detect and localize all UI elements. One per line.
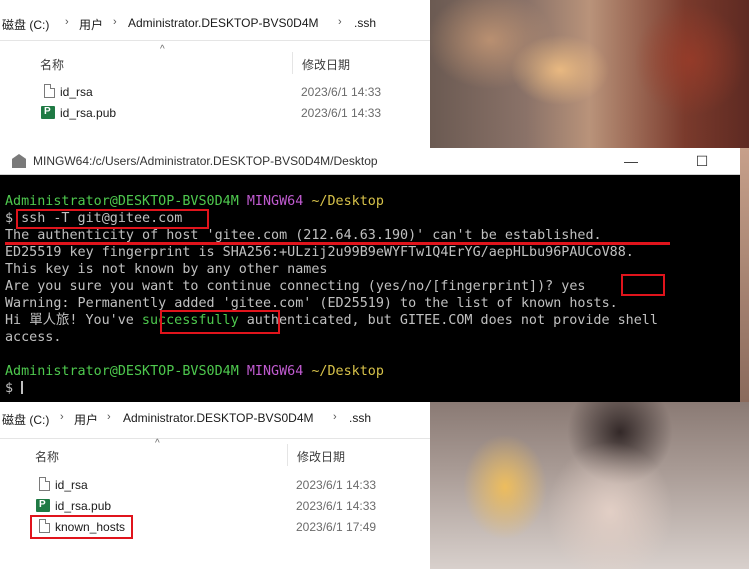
- prompt-env: MINGW64: [246, 364, 304, 379]
- breadcrumb-drive[interactable]: 磁盘 (C:): [2, 411, 49, 428]
- highlight-underline-authenticity: [5, 242, 670, 245]
- output-key-unknown: This key is not known by any other names: [5, 262, 328, 277]
- file-name: id_rsa: [60, 85, 93, 99]
- breadcrumb-user-folder[interactable]: Administrator.DESKTOP-BVS0D4M: [128, 16, 319, 30]
- output-warning: Warning: Permanently added 'gitee.com' (…: [5, 296, 618, 311]
- hi-mid: ! You've: [69, 313, 142, 328]
- file-row[interactable]: id_rsa 2023/6/1 14:33: [35, 475, 425, 495]
- maximize-button[interactable]: ☐: [687, 151, 717, 171]
- file-name: id_rsa.pub: [60, 106, 117, 120]
- file-name: id_rsa.pub: [55, 499, 112, 513]
- file-row[interactable]: id_rsa.pub 2023/6/1 14:33: [40, 103, 430, 123]
- publisher-file-icon: [41, 106, 55, 119]
- prompt-user: Administrator@DESKTOP-BVS0D4M: [5, 364, 239, 379]
- chevron-right-icon: ›: [60, 411, 64, 423]
- breadcrumb-ssh[interactable]: .ssh: [349, 411, 371, 425]
- hi-prefix: Hi: [5, 313, 30, 328]
- sort-caret-icon: ^: [160, 44, 165, 55]
- breadcrumb-drive[interactable]: 磁盘 (C:): [2, 16, 49, 33]
- highlight-box-known-hosts: [30, 515, 133, 539]
- minimize-button[interactable]: —: [616, 151, 646, 171]
- address-bar[interactable]: 磁盘 (C:) › 用户 › Administrator.DESKTOP-BVS…: [0, 402, 430, 439]
- file-icon: [39, 477, 50, 491]
- terminal-title-bar[interactable]: MINGW64:/c/Users/Administrator.DESKTOP-B…: [0, 148, 740, 175]
- file-date: 2023/6/1 14:33: [296, 478, 377, 492]
- column-header-modified[interactable]: 修改日期: [297, 448, 345, 465]
- chevron-right-icon: ›: [333, 411, 337, 423]
- file-date: 2023/6/1 14:33: [301, 106, 382, 120]
- chevron-right-icon: ›: [338, 16, 342, 28]
- column-divider: [292, 52, 293, 74]
- breadcrumb-users[interactable]: 用户: [79, 16, 103, 33]
- desktop-wallpaper-strip: [740, 148, 749, 402]
- hi-rest: authenticated, but GITEE.COM does not pr…: [238, 313, 658, 328]
- prompt-line: Administrator@DESKTOP-BVS0D4M MINGW64 ~/…: [5, 193, 384, 210]
- file-date: 2023/6/1 17:49: [296, 520, 377, 534]
- breadcrumb-user-folder[interactable]: Administrator.DESKTOP-BVS0D4M: [123, 411, 314, 425]
- file-row[interactable]: id_rsa 2023/6/1 14:33: [40, 82, 430, 102]
- breadcrumb-users[interactable]: 用户: [74, 411, 98, 428]
- text-cursor: [21, 381, 24, 394]
- explorer-window-top: 磁盘 (C:) › 用户 › Administrator.DESKTOP-BVS…: [0, 0, 430, 148]
- prompt-dollar: $: [5, 381, 14, 396]
- highlight-box-successfully: [160, 310, 280, 334]
- prompt-path: ~/Desktop: [311, 194, 384, 209]
- mingw64-terminal-window[interactable]: MINGW64:/c/Users/Administrator.DESKTOP-B…: [0, 148, 740, 402]
- output-confirm: Are you sure you want to continue connec…: [5, 279, 586, 294]
- mingw-logo-icon: [12, 154, 26, 168]
- sort-caret-icon: ^: [155, 438, 160, 449]
- chevron-right-icon: ›: [65, 16, 69, 28]
- column-divider: [287, 444, 288, 466]
- output-fingerprint: ED25519 key fingerprint is SHA256:+ULzij…: [5, 245, 634, 260]
- desktop-wallpaper-top: [430, 0, 749, 148]
- file-date: 2023/6/1 14:33: [301, 85, 382, 99]
- terminal-title: MINGW64:/c/Users/Administrator.DESKTOP-B…: [33, 154, 378, 168]
- output-access: access.: [5, 330, 62, 345]
- address-bar[interactable]: 磁盘 (C:) › 用户 › Administrator.DESKTOP-BVS…: [0, 0, 430, 41]
- column-header-name[interactable]: 名称: [35, 448, 59, 465]
- desktop-wallpaper-bottom: [430, 402, 749, 569]
- prompt-user: Administrator@DESKTOP-BVS0D4M: [5, 194, 239, 209]
- column-header-modified[interactable]: 修改日期: [302, 56, 350, 73]
- breadcrumb-ssh[interactable]: .ssh: [354, 16, 376, 30]
- file-name: id_rsa: [55, 478, 88, 492]
- column-header-name[interactable]: 名称: [40, 56, 64, 73]
- chevron-right-icon: ›: [107, 411, 111, 423]
- final-prompt: $: [5, 380, 24, 397]
- output-hi-line: Hi 單人旅! You've successfully authenticate…: [5, 312, 658, 329]
- file-date: 2023/6/1 14:33: [296, 499, 377, 513]
- prompt-env: MINGW64: [246, 194, 304, 209]
- chevron-right-icon: ›: [113, 16, 117, 28]
- highlight-box-command: [16, 209, 209, 229]
- explorer-window-bottom: 磁盘 (C:) › 用户 › Administrator.DESKTOP-BVS…: [0, 402, 430, 569]
- file-icon: [44, 84, 55, 98]
- file-row[interactable]: id_rsa.pub 2023/6/1 14:33: [35, 496, 425, 516]
- publisher-file-icon: [36, 499, 50, 512]
- prompt-path: ~/Desktop: [311, 364, 384, 379]
- prompt-line: Administrator@DESKTOP-BVS0D4M MINGW64 ~/…: [5, 363, 384, 380]
- highlight-box-yes: [621, 274, 665, 296]
- user-name: 單人旅: [29, 313, 70, 328]
